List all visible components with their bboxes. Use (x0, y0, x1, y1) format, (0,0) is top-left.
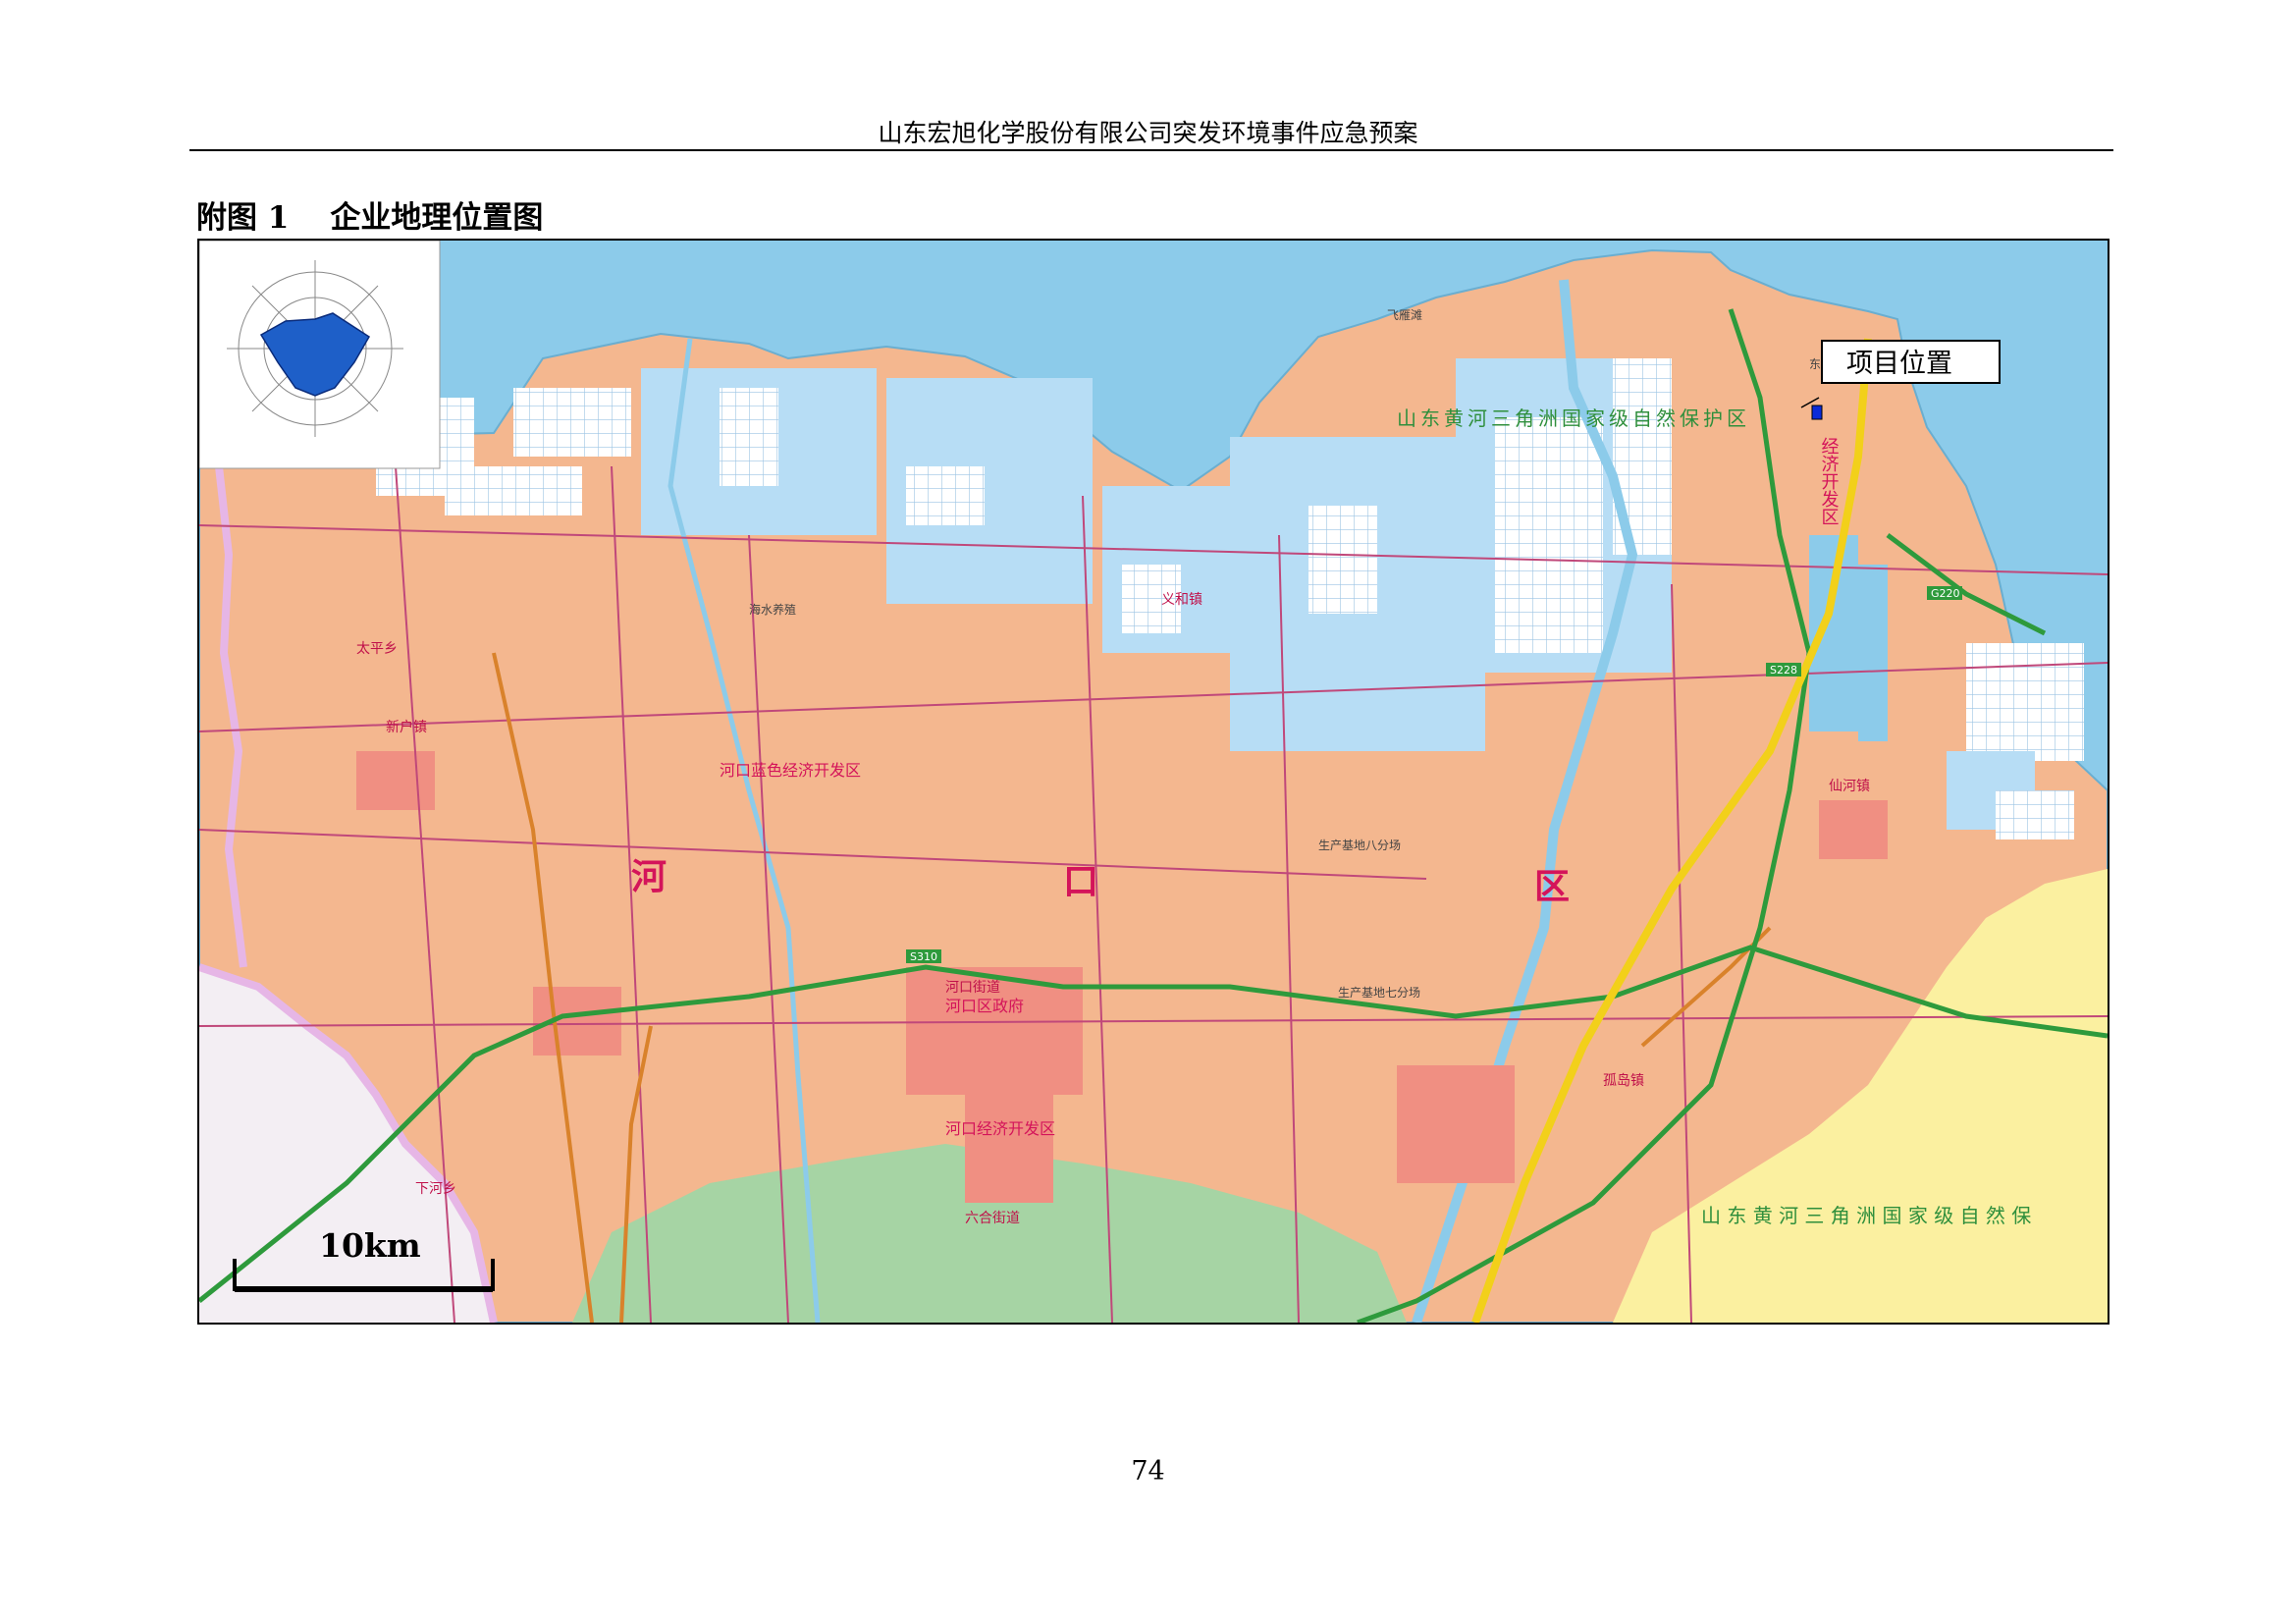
map-svg: 河 口 区 山东黄河三角洲国家级自然保护区 山 东 黄 河 三 角 洲 国 家 … (199, 241, 2108, 1323)
town-label: 六合街道 (965, 1211, 1020, 1226)
location-map: 河 口 区 山东黄河三角洲国家级自然保护区 山 东 黄 河 三 角 洲 国 家 … (197, 239, 2109, 1325)
town-label: 仙河镇 (1829, 779, 1870, 794)
page-number: 74 (1131, 1456, 1165, 1487)
town-label: 孤岛镇 (1603, 1073, 1644, 1089)
wind-rose-icon (227, 260, 403, 437)
town-label: 下河乡 (415, 1181, 456, 1197)
econ-zone-label: 经济开发区 (1819, 437, 1840, 525)
place-label: 海水养殖 (749, 602, 796, 617)
figure-number: 附图 1 (196, 200, 290, 236)
district-char-1: 河 (631, 857, 667, 897)
figure-title: 附图 1 企业地理位置图 (196, 192, 543, 237)
town-label: 太平乡 (356, 641, 398, 657)
scale-bar-label: 10km (319, 1226, 421, 1265)
page-header: 山东宏旭化学股份有限公司突发环境事件应急预案 (878, 119, 1418, 147)
town-label: 义和镇 (1161, 592, 1202, 608)
road-badge: G220 (1931, 587, 1960, 600)
figure-caption: 企业地理位置图 (330, 200, 544, 236)
econ-dev-zone-label: 河口经济开发区 (945, 1119, 1055, 1138)
project-location-label: 项目位置 (1846, 349, 1952, 379)
district-char-3: 区 (1534, 867, 1570, 907)
district-char-2: 口 (1063, 862, 1098, 902)
wind-rose-inset (199, 241, 441, 469)
place-label: 飞雁滩 (1387, 308, 1422, 322)
road-badge: S310 (910, 950, 937, 963)
town-label: 河口街道 (945, 980, 1000, 996)
blue-econ-zone-label: 河口蓝色经济开发区 (720, 761, 861, 780)
road-badge: S228 (1770, 664, 1797, 677)
header-rule (189, 149, 2113, 151)
reserve-label-south: 山 东 黄 河 三 角 洲 国 家 级 自 然 保 (1701, 1204, 2031, 1227)
town-label: 新户镇 (386, 719, 427, 735)
reserve-label-north: 山东黄河三角洲国家级自然保护区 (1397, 406, 1750, 430)
district-gov-label: 河口区政府 (945, 997, 1024, 1015)
project-marker-icon (1811, 405, 1823, 420)
place-label: 生产基地八分场 (1318, 839, 1401, 852)
place-label: 生产基地七分场 (1338, 986, 1420, 1000)
